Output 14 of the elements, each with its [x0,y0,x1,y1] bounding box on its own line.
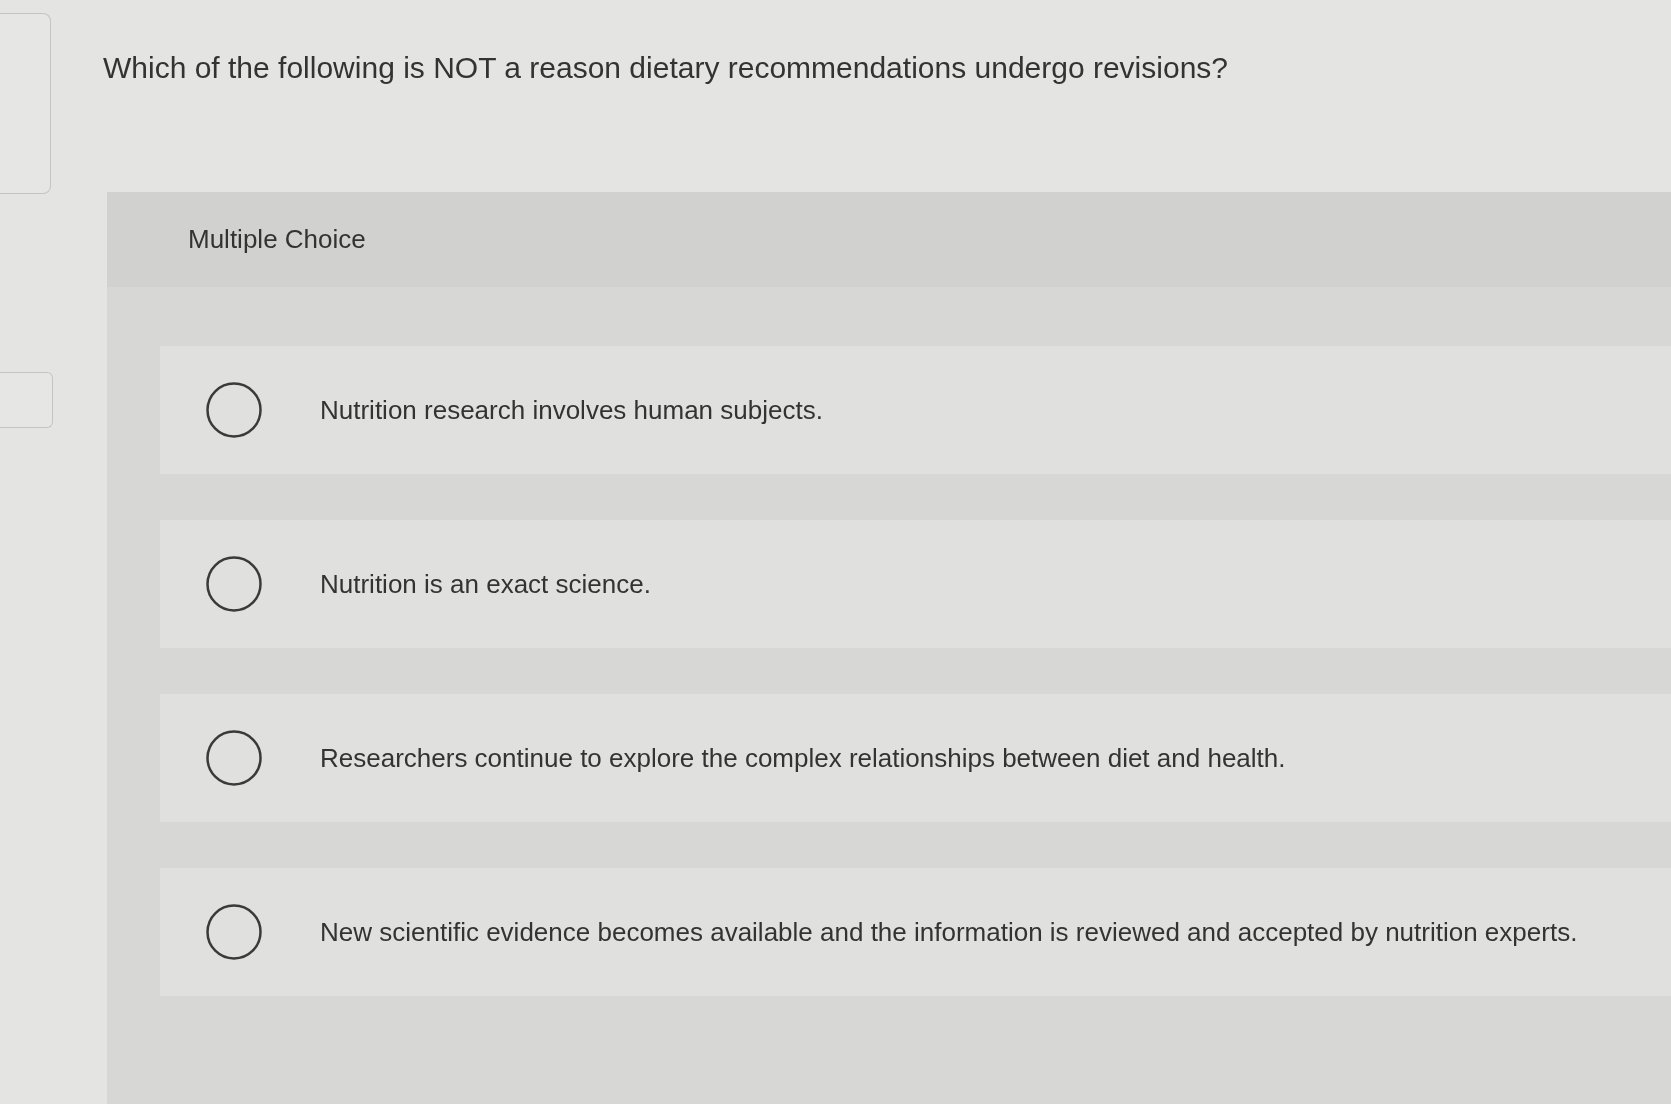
radio-button[interactable] [206,730,262,786]
radio-button[interactable] [206,556,262,612]
radio-button[interactable] [206,904,262,960]
question-text: Which of the following is NOT a reason dietary recommendations undergo revisions? [103,50,1229,86]
option-text: Researchers continue to explore the complex relationships between diet and health. [320,741,1286,775]
option-text: Nutrition is an exact science. [320,567,651,601]
answer-option[interactable]: Nutrition is an exact science. [160,520,1671,648]
option-text: Nutrition research involves human subjects. [320,393,823,427]
answer-option[interactable]: Nutrition research involves human subjects. [160,346,1671,474]
answer-option[interactable]: New scientific evidence becomes available and the information is reviewed and accepted by nutrition experts. [160,868,1671,996]
option-text: New scientific evidence becomes available and the information is reviewed and accepted by nutrition experts. [320,915,1578,949]
answer-option[interactable]: Researchers continue to explore the complex relationships between diet and health. [160,694,1671,822]
question-type-label: Multiple Choice [188,223,366,256]
radio-button[interactable] [206,382,262,438]
